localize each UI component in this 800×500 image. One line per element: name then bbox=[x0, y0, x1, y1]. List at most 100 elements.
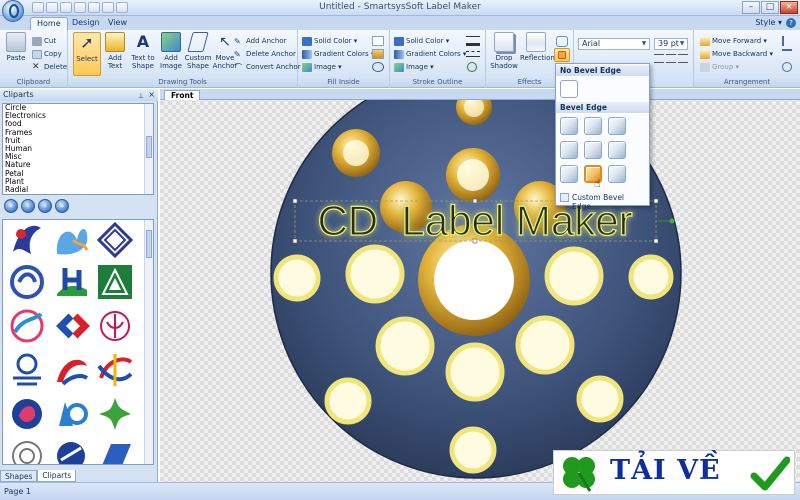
glow-icon[interactable] bbox=[556, 36, 568, 47]
stroke-style-icon[interactable] bbox=[466, 51, 480, 57]
next-page-icon[interactable]: › bbox=[38, 199, 52, 213]
style-menu[interactable]: Style ▾ bbox=[755, 18, 782, 27]
clipart-item[interactable] bbox=[97, 354, 133, 386]
clipart-item[interactable] bbox=[57, 359, 89, 386]
list-item[interactable]: Radial bbox=[3, 185, 153, 194]
stroke-image-button[interactable]: Image ▾ bbox=[394, 62, 434, 73]
clipart-item[interactable] bbox=[56, 313, 90, 339]
help-icon[interactable]: ? bbox=[786, 18, 796, 28]
tab-shapes[interactable]: Shapes bbox=[0, 470, 38, 482]
align-right-icon[interactable] bbox=[678, 54, 688, 63]
bevel-option[interactable] bbox=[608, 141, 626, 159]
clipart-item[interactable] bbox=[96, 221, 134, 259]
distribute-icon[interactable] bbox=[782, 49, 792, 59]
drop-shadow-button[interactable]: Drop Shadow bbox=[489, 32, 519, 76]
copy-button[interactable]: Copy bbox=[32, 49, 62, 60]
clipart-item[interactable] bbox=[12, 441, 42, 465]
clipart-item[interactable] bbox=[10, 309, 44, 343]
scrollbar-thumb[interactable] bbox=[146, 136, 152, 158]
clipart-item[interactable] bbox=[10, 265, 44, 299]
fill-solid-color-icon bbox=[302, 37, 312, 46]
bevel-option[interactable] bbox=[560, 117, 578, 135]
close-button[interactable]: × bbox=[780, 1, 798, 14]
clipart-item[interactable] bbox=[13, 353, 41, 386]
download-banner[interactable]: TẢI VỀ bbox=[553, 450, 795, 495]
reflection-button[interactable]: Reflection bbox=[520, 32, 555, 76]
cd-label-canvas[interactable]: CD Label Maker bbox=[160, 89, 800, 482]
text-to-shape-button[interactable]: A Text to Shape bbox=[128, 32, 158, 76]
fill-solid-color-button[interactable]: Solid Color ▾ bbox=[302, 36, 357, 47]
move-forward-button[interactable]: Move Forward ▾ bbox=[700, 36, 767, 47]
tab-home[interactable]: Home bbox=[30, 17, 68, 30]
clipart-item[interactable] bbox=[101, 444, 131, 465]
stroke-gradient-colors-button[interactable]: Gradient Colors ▾ bbox=[394, 49, 466, 60]
category-list-scrollbar[interactable] bbox=[144, 104, 153, 194]
clipart-item[interactable] bbox=[56, 229, 89, 255]
convert-anchor-button[interactable]: ⌒ Convert Anchor bbox=[234, 62, 301, 73]
add-anchor-button[interactable]: ✎ Add Anchor bbox=[234, 36, 286, 47]
previous-page-icon[interactable]: ‹ bbox=[21, 199, 35, 213]
pin-icon[interactable]: ⊥ bbox=[138, 90, 144, 102]
select-button[interactable]: ➚ Select bbox=[73, 32, 101, 76]
delete-button[interactable]: ✕ Delete bbox=[32, 62, 67, 73]
bevel-option[interactable] bbox=[608, 117, 626, 135]
align-icon[interactable] bbox=[782, 36, 792, 46]
close-icon[interactable]: × bbox=[148, 89, 155, 101]
cut-button[interactable]: Cut bbox=[32, 36, 56, 47]
rotate-icon[interactable] bbox=[782, 62, 792, 72]
category-list[interactable]: Circle Electronics food Frames fruit Hum… bbox=[2, 103, 154, 195]
minimize-button[interactable]: – bbox=[742, 1, 760, 14]
fill-color-swatch[interactable] bbox=[372, 36, 384, 46]
bevel-option[interactable] bbox=[608, 165, 626, 183]
delete-anchor-button[interactable]: ✎ Delete Anchor bbox=[234, 49, 296, 60]
clipart-item[interactable] bbox=[99, 398, 131, 430]
clipart-item[interactable] bbox=[98, 265, 132, 299]
font-size-combo[interactable]: 39 pt ▼ bbox=[654, 38, 688, 50]
stroke-shape-icon[interactable] bbox=[467, 62, 477, 72]
paste-button[interactable]: Paste bbox=[3, 32, 29, 76]
last-page-icon[interactable]: » bbox=[55, 199, 69, 213]
add-text-button[interactable]: Add Text bbox=[102, 32, 128, 76]
group-button[interactable]: Group ▾ bbox=[700, 62, 739, 73]
font-name-combo[interactable]: Arial ▼ bbox=[578, 38, 650, 50]
tab-design[interactable]: Design bbox=[66, 17, 106, 30]
tab-cliparts[interactable]: Cliparts bbox=[37, 470, 77, 482]
list-item[interactable]: Petal bbox=[3, 169, 153, 178]
first-page-icon[interactable]: « bbox=[4, 199, 18, 213]
fill-gradient-colors-button[interactable]: Gradient Colors ▾ bbox=[302, 49, 374, 60]
custom-bevel-edge-item[interactable]: Custom Bevel Edge... bbox=[560, 193, 649, 211]
tab-view[interactable]: View bbox=[102, 17, 133, 30]
clipart-item[interactable] bbox=[13, 225, 41, 254]
bevel-option[interactable] bbox=[584, 141, 602, 159]
clipart-item[interactable] bbox=[57, 268, 87, 296]
no-bevel-option[interactable] bbox=[560, 80, 578, 98]
clipart-grid-scrollbar[interactable] bbox=[144, 220, 153, 464]
align-center-icon[interactable] bbox=[666, 54, 676, 63]
bevel-option[interactable] bbox=[560, 165, 578, 183]
fill-image-button[interactable]: Image ▾ bbox=[302, 62, 342, 73]
align-left-icon[interactable] bbox=[654, 54, 664, 63]
maximize-button[interactable]: □ bbox=[761, 1, 779, 14]
bevel-option[interactable] bbox=[560, 141, 578, 159]
stroke-width-icon[interactable] bbox=[466, 36, 480, 46]
stroke-solid-color-button[interactable]: Solid Color ▾ bbox=[394, 36, 449, 47]
tab-front[interactable]: Front bbox=[164, 90, 201, 100]
custom-shape-button[interactable]: Custom Shape bbox=[184, 32, 212, 76]
clipart-item[interactable] bbox=[12, 399, 42, 429]
move-backward-button[interactable]: Move Backward ▾ bbox=[700, 49, 773, 60]
design-canvas[interactable]: CD Label Maker Front bbox=[160, 89, 800, 482]
clipart-item[interactable] bbox=[59, 402, 88, 426]
fill-image-swatch[interactable] bbox=[372, 62, 384, 72]
add-image-button[interactable]: Add Image bbox=[158, 32, 184, 76]
bevel-option[interactable] bbox=[584, 117, 602, 135]
fill-gradient-swatch[interactable] bbox=[372, 49, 384, 59]
clipart-item[interactable] bbox=[57, 442, 85, 465]
scrollbar-thumb[interactable] bbox=[146, 230, 152, 258]
list-item[interactable]: Electronics bbox=[3, 111, 153, 120]
list-item[interactable]: Frames bbox=[3, 128, 153, 137]
clipart-item[interactable] bbox=[100, 311, 130, 341]
application-menu-button[interactable] bbox=[2, 0, 24, 22]
list-item[interactable]: Nature bbox=[3, 161, 153, 169]
list-item[interactable]: Human bbox=[3, 144, 153, 153]
bevel-edge-button[interactable] bbox=[554, 48, 570, 62]
